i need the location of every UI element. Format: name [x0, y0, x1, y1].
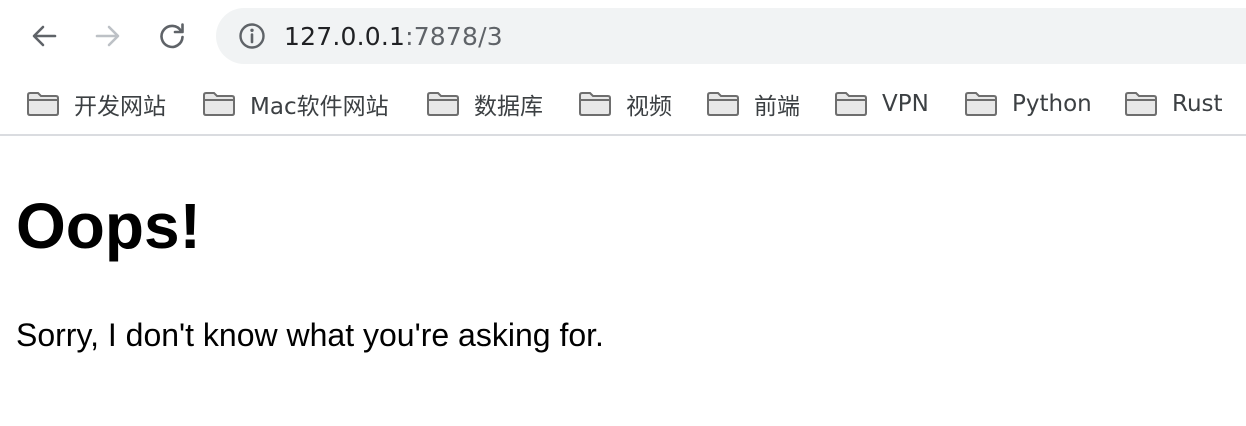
back-button[interactable]: [24, 16, 64, 56]
bookmark-label: 数据库: [474, 94, 543, 120]
folder-icon: [427, 92, 459, 116]
bookmark-label: Mac软件网站: [250, 94, 389, 120]
bookmark-folder-database[interactable]: 数据库: [426, 86, 543, 122]
page-heading: Oops!: [16, 190, 201, 262]
folder-icon: [707, 92, 739, 116]
folder-icon: [1125, 92, 1157, 116]
folder-icon: [27, 92, 59, 116]
folder-icon: [965, 92, 997, 116]
browser-toolbar: 127.0.0.1:7878/3: [0, 0, 1246, 72]
address-bar[interactable]: 127.0.0.1:7878/3: [216, 8, 1246, 64]
bookmark-label: Python: [1012, 91, 1092, 117]
bookmark-folder-rust[interactable]: Rust: [1124, 86, 1223, 122]
folder-icon: [835, 92, 867, 116]
bookmark-label: VPN: [882, 91, 929, 117]
folder-icon: [203, 92, 235, 116]
bookmark-folder-vpn[interactable]: VPN: [834, 86, 929, 122]
url-host: 127.0.0.1: [284, 21, 406, 51]
arrow-left-icon: [32, 25, 57, 47]
bookmark-folder-dev-sites[interactable]: 开发网站: [26, 86, 166, 122]
url-path: :7878/3: [405, 21, 503, 51]
reload-icon: [160, 23, 184, 49]
bookmark-folder-mac-software[interactable]: Mac软件网站: [202, 86, 389, 122]
bookmark-label: 前端: [754, 94, 800, 120]
error-message: Sorry, I don't know what you're asking f…: [16, 317, 604, 353]
info-icon[interactable]: [238, 22, 266, 50]
url-text[interactable]: 127.0.0.1:7878/3: [284, 22, 503, 51]
bookmark-folder-frontend[interactable]: 前端: [706, 86, 800, 122]
bookmark-folder-python[interactable]: Python: [964, 86, 1092, 122]
bookmark-label: Rust: [1172, 91, 1223, 117]
arrow-right-icon: [95, 25, 120, 47]
bookmark-label: 视频: [626, 94, 672, 120]
bookmarks-bar: 开发网站 Mac软件网站 数据库 视频 前端 VPN Python Rust: [0, 72, 1246, 136]
bookmark-label: 开发网站: [74, 94, 166, 120]
reload-button[interactable]: [152, 16, 192, 56]
forward-button[interactable]: [88, 16, 128, 56]
folder-icon: [579, 92, 611, 116]
bookmark-folder-video[interactable]: 视频: [578, 86, 672, 122]
